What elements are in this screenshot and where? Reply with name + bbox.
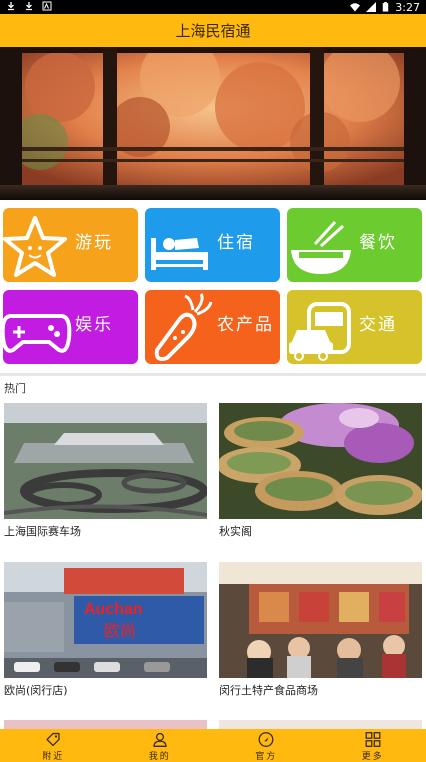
category-dining[interactable]: 餐饮	[287, 208, 422, 282]
hot-item-image: Auchan 欧尚	[4, 562, 207, 678]
category-farm-products[interactable]: 农产品	[145, 290, 280, 364]
banner-scene	[0, 47, 426, 200]
hot-item-image	[4, 403, 207, 519]
category-entertainment[interactable]: 娱乐	[3, 290, 138, 364]
nav-label: 官方	[255, 752, 278, 762]
star-icon	[3, 216, 67, 277]
hot-item-name: 闵行土特产食品商场	[219, 684, 318, 697]
image-notification-icon	[42, 1, 52, 11]
category-transport[interactable]: 交通	[287, 290, 422, 364]
banner-image[interactable]	[0, 47, 426, 200]
hot-item-qiushige[interactable]: 秋实阁	[219, 403, 422, 539]
svg-text:Auchan: Auchan	[84, 601, 143, 618]
nav-item-nearby[interactable]: 附近	[0, 729, 107, 762]
hot-item-image	[219, 403, 422, 519]
svg-text:欧尚: 欧尚	[104, 621, 136, 640]
nav-label: 更多	[361, 752, 384, 762]
gamepad-icon	[3, 314, 72, 353]
category-label: 交通	[359, 315, 397, 335]
grid-icon	[365, 732, 381, 747]
category-lodging[interactable]: 住宿	[145, 208, 280, 282]
nav-label: 我的	[148, 752, 171, 762]
app-header: 上海民宿通	[0, 14, 426, 47]
car-icon	[289, 302, 351, 361]
signal-icon	[366, 2, 377, 12]
carrot-icon	[154, 293, 213, 361]
category-play[interactable]: 游玩	[3, 208, 138, 282]
user-icon	[153, 732, 167, 747]
hot-section-title: 热门	[4, 382, 26, 395]
download-icon	[8, 2, 14, 11]
page-title: 上海民宿通	[175, 22, 251, 40]
wifi-icon	[350, 3, 361, 12]
hot-item-name: 欧尚(闵行店)	[4, 684, 68, 697]
category-label: 住宿	[217, 233, 255, 253]
hot-item-food-market[interactable]: 闵行土特产食品商场	[219, 562, 422, 698]
category-label: 娱乐	[75, 315, 113, 335]
status-time: 3:27	[395, 0, 420, 14]
category-label: 餐饮	[359, 233, 397, 253]
hot-item-image	[219, 562, 422, 678]
status-bar: 3:27	[0, 0, 426, 14]
hot-item-race-circuit[interactable]: 上海国际赛车场	[4, 403, 207, 539]
download-icon	[26, 2, 32, 11]
category-label: 农产品	[217, 315, 274, 335]
hot-item-auchan[interactable]: Auchan 欧尚 欧尚(闵行店)	[4, 562, 207, 698]
bed-icon	[151, 238, 208, 270]
section-divider	[0, 373, 426, 376]
category-grid: 游玩 住宿 餐饮 娱乐 农产品 交通	[3, 208, 423, 368]
bowl-icon	[291, 220, 351, 274]
battery-icon	[383, 2, 389, 12]
category-label: 游玩	[75, 233, 113, 253]
hot-item-name: 上海国际赛车场	[4, 525, 81, 538]
nav-item-official[interactable]: 官方	[213, 729, 320, 762]
nav-item-mine[interactable]: 我的	[107, 729, 214, 762]
tag-icon	[46, 732, 60, 747]
hot-item-name: 秋实阁	[219, 525, 252, 538]
nav-label: 附近	[42, 752, 65, 762]
nav-item-more[interactable]: 更多	[320, 729, 426, 762]
compass-icon	[258, 732, 274, 747]
bottom-nav: 附近 我的 官方 更多	[0, 729, 426, 762]
